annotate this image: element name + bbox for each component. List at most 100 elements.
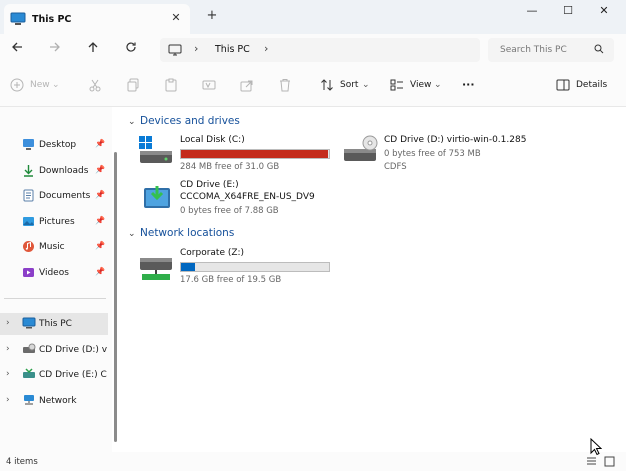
sidebar-item-music[interactable]: Music 📌 [0,236,108,258]
cut-icon[interactable] [88,78,104,94]
network-icon [22,394,36,409]
details-pane-icon [556,78,572,94]
drive-volume-label: CCCOMA_X64FRE_EN-US_DV9 [180,192,315,202]
mouse-cursor-icon [590,437,603,459]
tree-item-this-pc[interactable]: › This PC [0,313,108,335]
paste-icon[interactable] [164,78,180,94]
tree-item-network[interactable]: › Network [0,390,108,412]
drive-usage-fill [181,263,196,271]
cd-drive-icon [342,135,378,168]
pin-icon[interactable]: 📌 [95,267,105,276]
copy-icon[interactable] [126,78,142,94]
details-button[interactable]: Details [576,80,607,90]
drive-cd-e[interactable]: CD Drive (E:) CCCOMA_X64FRE_EN-US_DV9 0 … [138,180,348,220]
forward-arrow-icon [50,42,60,52]
refresh-icon [126,42,136,52]
chevron-right-icon[interactable]: › [264,42,268,55]
pin-icon[interactable]: 📌 [95,139,105,148]
more-options-button[interactable]: ··· [462,78,475,91]
search-icon [594,44,604,57]
search-placeholder: Search This PC [500,45,567,55]
chevron-right-icon[interactable]: › [194,42,198,55]
new-icon [10,78,26,94]
music-icon [22,240,35,256]
drive-free-space: 0 bytes free of 7.88 GB [180,206,279,216]
drive-usage-fill [181,150,328,158]
sidebar-item-desktop[interactable]: Desktop 📌 [0,134,108,156]
content-pane: ⌄ Devices and drives Local Disk (C:) 284 … [120,107,626,452]
tree-item-label: Network [39,396,77,406]
this-pc-icon [22,317,36,332]
cd-drive-icon [22,368,36,383]
chevron-down-icon: ⌄ [128,117,136,127]
forward-button[interactable] [44,40,66,60]
this-pc-icon [10,12,26,29]
chevron-down-icon: ⌄ [52,80,60,90]
tab-title: This PC [32,14,72,25]
drive-name: CD Drive (E:) [180,180,239,190]
pictures-icon [22,215,35,231]
new-button[interactable]: New [30,80,50,90]
tree-item-label: This PC [39,319,72,329]
pin-icon[interactable]: 📌 [95,216,105,225]
up-button[interactable] [82,40,104,60]
sidebar-item-videos[interactable]: Videos 📌 [0,262,108,284]
group-header-label: Network locations [140,227,235,239]
chevron-down-icon: ⌄ [128,229,136,239]
delete-icon[interactable] [278,78,294,94]
drive-name: Local Disk (C:) [180,135,245,145]
address-bar[interactable]: › This PC › [160,38,480,62]
pin-icon[interactable]: 📌 [95,241,105,250]
chevron-down-icon: ⌄ [362,80,370,90]
share-icon[interactable] [240,78,256,94]
title-bar: This PC ✕ + — ☐ ✕ [0,0,626,34]
local-disk-icon [138,135,174,168]
documents-icon [22,189,35,205]
maximize-button[interactable]: ☐ [550,0,586,22]
monitor-icon [168,44,182,59]
tree-item-cd-drive-e[interactable]: › CD Drive (E:) CCCOMA_X64FRE_EN-US_DV9 [0,364,108,386]
drive-free-space: 284 MB free of 31.0 GB [180,162,280,172]
pin-icon[interactable]: 📌 [95,190,105,199]
group-header-devices[interactable]: ⌄ Devices and drives [128,115,240,127]
tab-this-pc[interactable]: This PC ✕ [4,4,190,34]
divider [4,298,106,299]
drive-network-z[interactable]: Corporate (Z:) 17.6 GB free of 19.5 GB [138,248,338,287]
chevron-right-icon[interactable]: › [6,369,10,379]
drive-free-space: 0 bytes free of 753 MB [384,149,481,159]
search-input[interactable]: Search This PC [488,38,614,62]
sidebar-item-pictures[interactable]: Pictures 📌 [0,211,108,233]
tab-close-button[interactable]: ✕ [168,10,184,26]
cd-drive-icon [22,343,36,358]
tiles-view-icon[interactable] [604,456,615,470]
chevron-right-icon[interactable]: › [6,318,10,328]
back-arrow-icon [12,42,22,52]
back-button[interactable] [6,40,28,60]
drive-cd-d[interactable]: CD Drive (D:) virtio-win-0.1.285 0 bytes… [342,135,562,175]
address-row: › This PC › Search This PC [0,34,626,66]
network-drive-icon [138,254,174,287]
navigation-pane: Desktop 📌 Downloads 📌 Documents 📌 Pictur… [0,107,112,452]
status-bar: 4 items [0,452,626,471]
tree-item-cd-drive-d[interactable]: › CD Drive (D:) virtio-win-0.1.285 [0,339,108,361]
drive-name: Corporate (Z:) [180,248,245,258]
desktop-icon [22,138,35,154]
drive-local-disk-c[interactable]: Local Disk (C:) 284 MB free of 31.0 GB [138,135,338,172]
rename-icon[interactable] [202,78,218,94]
group-header-network[interactable]: ⌄ Network locations [128,227,234,239]
breadcrumb-this-pc[interactable]: This PC [215,44,250,55]
refresh-button[interactable] [120,40,142,60]
drive-usage-bar [180,262,330,272]
pin-icon[interactable]: 📌 [95,165,105,174]
close-window-button[interactable]: ✕ [586,0,622,22]
chevron-right-icon[interactable]: › [6,395,10,405]
sort-button[interactable]: Sort [340,80,358,90]
sidebar-item-downloads[interactable]: Downloads 📌 [0,160,108,182]
new-tab-button[interactable]: + [204,8,220,24]
view-button[interactable]: View [410,80,431,90]
sort-icon [320,78,336,94]
sidebar-scrollbar[interactable] [114,152,117,442]
sidebar-item-documents[interactable]: Documents 📌 [0,185,108,207]
chevron-right-icon[interactable]: › [6,344,10,354]
minimize-button[interactable]: — [514,0,550,22]
